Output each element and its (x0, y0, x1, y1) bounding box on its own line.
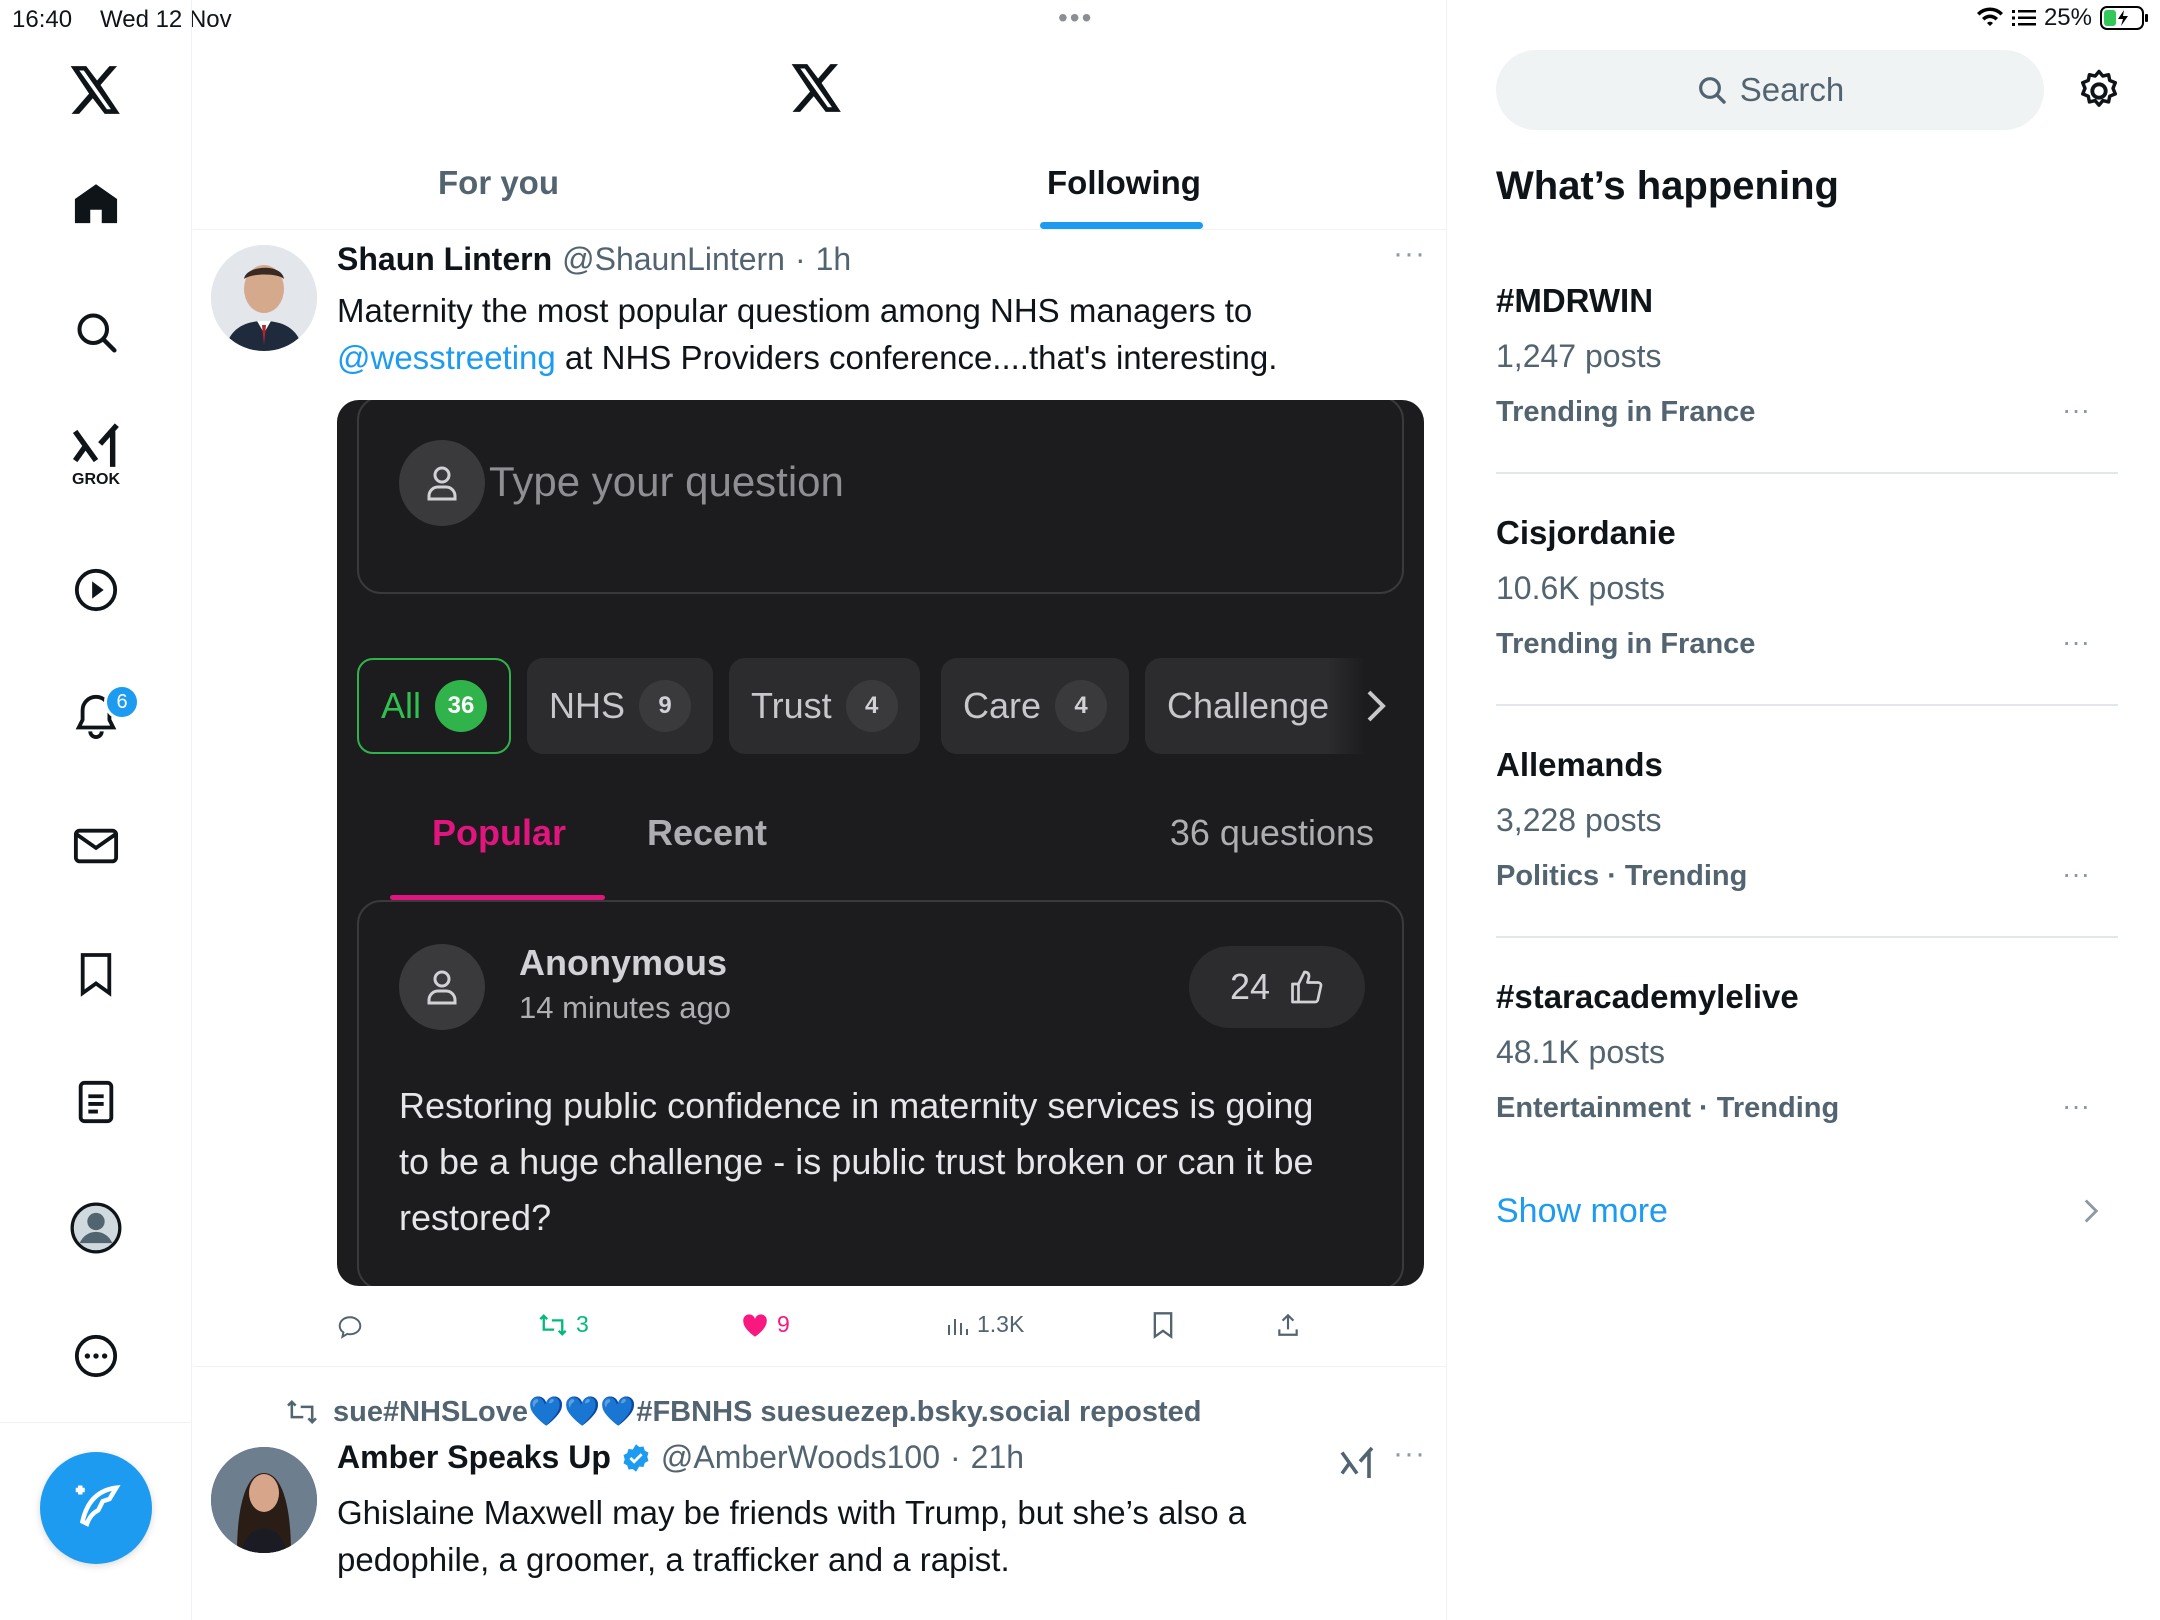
left-navigation: GROK 6 (0, 0, 192, 1620)
reply-button[interactable] (337, 1314, 363, 1340)
upvote-count: 24 (1229, 966, 1271, 1007)
upvote-button[interactable]: 24 (1189, 946, 1365, 1028)
bookmark-button[interactable] (1151, 1311, 1175, 1339)
heart-icon (743, 1313, 767, 1337)
x-logo-icon[interactable] (60, 54, 132, 126)
author-name[interactable]: Shaun Lintern (337, 241, 552, 278)
explore-search-icon[interactable] (60, 296, 132, 368)
show-more-link[interactable]: Show more (1496, 1192, 1668, 1231)
timeline-column: For you Following Shaun Lintern @ShaunLi… (193, 0, 1447, 1620)
reply-icon (338, 1316, 362, 1339)
views-chart-icon (948, 1318, 968, 1335)
lists-icon[interactable] (60, 1066, 132, 1138)
trend-more-icon[interactable]: ··· (2062, 394, 2090, 426)
active-tab-indicator (1040, 222, 1203, 229)
trend-more-icon[interactable]: ··· (2062, 1090, 2090, 1122)
tweet-amber-speaks-up[interactable]: sue#NHSLove💙💙💙#FBNHS suesuezep.bsky.soci… (193, 1367, 1446, 1620)
mention-link[interactable]: @wesstreeting (337, 339, 556, 376)
right-sidebar: Search What’s happening #MDRWIN 1,247 po… (1448, 0, 2160, 1620)
tweet-header: Shaun Lintern @ShaunLintern · 1h (337, 241, 852, 278)
retweet-button[interactable]: 3 (538, 1311, 589, 1338)
author-handle[interactable]: @AmberWoods100 (661, 1439, 940, 1476)
tab-recent[interactable]: Recent (647, 812, 767, 854)
trend-item[interactable]: Allemands 3,228 posts Politics · Trendin… (1448, 734, 2160, 934)
search-placeholder[interactable]: Search (1740, 71, 1845, 109)
retweet-icon (539, 1313, 567, 1336)
chip-nhs[interactable]: NHS 9 (527, 658, 714, 754)
grok-label: GROK (72, 471, 120, 488)
share-icon (1278, 1313, 1298, 1336)
more-options-icon[interactable] (60, 1320, 132, 1392)
author-handle[interactable]: @ShaunLintern (562, 241, 785, 278)
tweet-time[interactable]: 21h (971, 1439, 1024, 1476)
nav-divider (0, 1422, 192, 1423)
chip-trust[interactable]: Trust 4 (729, 658, 920, 754)
chip-all[interactable]: All 36 (357, 658, 512, 754)
tab-for-you[interactable]: For you (438, 164, 559, 202)
tweet-text-line1: Maternity the most popular questiom amon… (337, 292, 1253, 329)
grok-explain-icon[interactable] (1339, 1445, 1375, 1481)
user-placeholder-icon (399, 440, 485, 526)
repost-line[interactable]: sue#NHSLove💙💙💙#FBNHS suesuezep.bsky.soci… (333, 1395, 1202, 1429)
question-card: Anonymous 14 minutes ago 24 Restoring pu… (357, 900, 1404, 1286)
compose-post-button[interactable] (40, 1452, 152, 1564)
avatar[interactable] (211, 245, 317, 351)
question-time: 14 minutes ago (519, 990, 731, 1025)
question-input-placeholder[interactable]: Type your question (489, 458, 844, 506)
settings-gear-icon[interactable] (2076, 68, 2122, 114)
home-icon[interactable] (60, 168, 132, 240)
question-count: 36 questions (1169, 812, 1374, 853)
question-author: Anonymous (519, 942, 728, 983)
trend-more-icon[interactable]: ··· (2062, 858, 2090, 890)
views-button[interactable]: 1.3K (945, 1311, 1024, 1338)
tweet-shaun-lintern[interactable]: Shaun Lintern @ShaunLintern · 1h ··· Mat… (193, 231, 1446, 1372)
timeline-tabs: For you Following (193, 140, 1446, 230)
tweet-header: Amber Speaks Up @AmberWoods100 · 21h (337, 1439, 1025, 1476)
like-count: 9 (777, 1311, 790, 1337)
bookmarks-icon[interactable] (60, 938, 132, 1010)
embedded-image-card[interactable]: Type your question All 36 NHS 9 Trust 4 Car… (337, 400, 1424, 1286)
tab-popular[interactable]: Popular (432, 812, 566, 854)
search-icon (1698, 77, 1726, 104)
video-play-icon[interactable] (60, 554, 132, 626)
trend-more-icon[interactable]: ··· (2062, 626, 2090, 658)
trend-divider (1496, 472, 2118, 474)
tweet-time[interactable]: 1h (816, 241, 852, 278)
author-name[interactable]: Amber Speaks Up (337, 1439, 611, 1476)
trend-item[interactable]: #MDRWIN 1,247 posts Trending in France ·… (1448, 270, 2160, 470)
tweet-more-icon[interactable]: ··· (1393, 237, 1426, 271)
verified-badge-icon (623, 1443, 649, 1472)
grok-icon[interactable]: GROK (60, 420, 132, 492)
anonymous-avatar-icon (399, 944, 485, 1030)
notifications-badge: 6 (104, 684, 140, 720)
x-logo-header-icon[interactable] (791, 64, 843, 112)
chip-care[interactable]: Care 4 (941, 658, 1130, 754)
repost-icon (287, 1400, 317, 1424)
profile-avatar[interactable] (60, 1192, 132, 1264)
views-count: 1.3K (977, 1311, 1025, 1337)
retweet-count: 3 (576, 1311, 589, 1337)
trend-divider (1496, 936, 2118, 938)
chevron-right-icon[interactable] (1327, 658, 1424, 754)
thumbs-up-icon (1291, 970, 1323, 1004)
tab-following[interactable]: Following (1047, 164, 1201, 202)
tweet-more-icon[interactable]: ··· (1393, 1437, 1426, 1471)
tweet-text-line2: @wesstreeting at NHS Providers conferenc… (337, 339, 1278, 376)
trend-item[interactable]: Cisjordanie 10.6K posts Trending in Fran… (1448, 502, 2160, 702)
chevron-right-icon[interactable] (2084, 1198, 2098, 1224)
trend-divider (1496, 704, 2118, 706)
question-text: Restoring public confidence in maternity… (399, 1085, 1314, 1238)
avatar[interactable] (211, 1447, 317, 1553)
repost-context: sue#NHSLove💙💙💙#FBNHS suesuezep.bsky.soci… (285, 1395, 1202, 1429)
whats-happening-heading: What’s happening (1496, 164, 1839, 208)
messages-envelope-icon[interactable] (60, 810, 132, 882)
share-button[interactable] (1275, 1311, 1301, 1339)
tweet-text: Ghislaine Maxwell may be friends with Tr… (337, 1494, 1247, 1578)
tweet-text: Maternity the most popular questiom amon… (337, 287, 1417, 381)
bookmark-icon (1153, 1312, 1173, 1339)
like-button[interactable]: 9 (741, 1311, 790, 1338)
search-bar[interactable]: Search (1496, 50, 2044, 130)
trend-item[interactable]: #staracademylelive 48.1K posts Entertain… (1448, 966, 2160, 1166)
question-input-box[interactable]: Type your question (357, 400, 1404, 594)
